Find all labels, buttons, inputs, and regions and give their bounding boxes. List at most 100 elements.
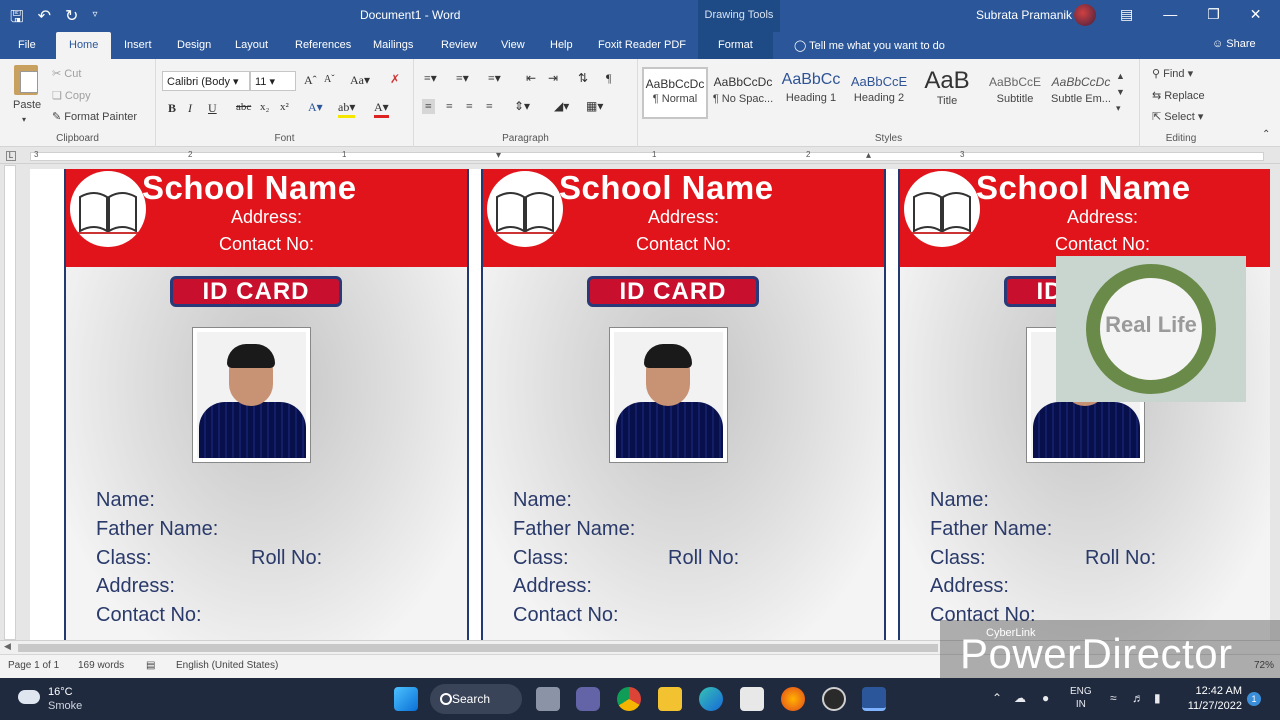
firefox-icon[interactable] xyxy=(781,687,805,711)
input-language[interactable]: ENG IN xyxy=(1070,685,1092,711)
save-icon[interactable]: 🖫 xyxy=(10,6,24,33)
onedrive-icon[interactable]: ☁ xyxy=(1014,691,1026,705)
obs-icon[interactable] xyxy=(822,687,846,711)
bold-icon[interactable]: B xyxy=(168,101,176,116)
maximize-icon[interactable]: ❐ xyxy=(1207,6,1220,23)
align-left-icon[interactable]: ≡ xyxy=(422,99,435,114)
paste-icon[interactable] xyxy=(14,65,38,95)
user-name[interactable]: Subrata Pramanik xyxy=(976,8,1072,22)
borders-icon[interactable]: ▦▾ xyxy=(586,99,603,114)
style-title[interactable]: AaB Title xyxy=(914,67,980,119)
text-effects-icon[interactable]: A▾ xyxy=(308,100,323,115)
tab-home[interactable]: Home xyxy=(56,32,112,59)
tab-help[interactable]: Help xyxy=(550,39,573,51)
style-subtle-emphasis[interactable]: AaBbCcDc Subtle Em... xyxy=(1048,67,1114,119)
id-card[interactable]: School Name Address: Contact No: ID CARD… xyxy=(898,169,1270,640)
teams-chat-icon[interactable] xyxy=(576,687,600,711)
right-indent-icon[interactable]: ▴ xyxy=(866,150,871,161)
replace-button[interactable]: ⇆ Replace xyxy=(1152,89,1205,102)
underline-icon[interactable]: U xyxy=(208,101,217,116)
scroll-left-icon[interactable]: ◀ xyxy=(4,641,11,652)
redo-icon[interactable]: ↻ xyxy=(65,6,78,33)
tab-view[interactable]: View xyxy=(501,39,525,51)
multilevel-list-icon[interactable]: ≡▾ xyxy=(488,71,501,86)
tell-me-search[interactable]: ◯ Tell me what you want to do xyxy=(794,39,945,52)
page-count[interactable]: Page 1 of 1 xyxy=(8,660,59,671)
tab-mailings[interactable]: Mailings xyxy=(373,39,413,51)
style-subtitle[interactable]: AaBbCcE Subtitle xyxy=(982,67,1048,119)
bullets-icon[interactable]: ≡▾ xyxy=(424,71,437,86)
tab-insert[interactable]: Insert xyxy=(124,39,152,51)
id-card[interactable]: School Name Address: Contact No: ID CARD… xyxy=(481,169,886,640)
photo[interactable] xyxy=(609,327,728,463)
scroll-thumb[interactable] xyxy=(18,644,938,652)
format-painter-button[interactable]: ✎ Format Painter xyxy=(52,110,137,123)
store-icon[interactable] xyxy=(740,687,764,711)
paste-dropdown-icon[interactable]: ▾ xyxy=(22,115,26,124)
superscript-icon[interactable]: x² xyxy=(280,101,289,113)
tab-format[interactable]: Format xyxy=(698,32,773,59)
line-spacing-icon[interactable]: ⇕▾ xyxy=(514,99,530,114)
justify-icon[interactable]: ≡ xyxy=(486,99,493,114)
word-count[interactable]: 169 words xyxy=(78,660,124,671)
align-center-icon[interactable]: ≡ xyxy=(446,99,453,114)
subscript-icon[interactable]: x₂ xyxy=(260,101,269,113)
ribbon-display-icon[interactable]: ▤ xyxy=(1120,6,1133,23)
sort-icon[interactable]: ⇅ xyxy=(578,71,588,86)
decrease-indent-icon[interactable]: ⇤ xyxy=(526,71,536,86)
task-view-icon[interactable] xyxy=(536,687,560,711)
chrome-icon[interactable] xyxy=(617,687,641,711)
shrink-font-icon[interactable]: Aˇ xyxy=(324,74,335,85)
photo[interactable] xyxy=(192,327,311,463)
copy-button[interactable]: ❏ Copy xyxy=(52,89,91,102)
wifi-icon[interactable]: ≈ xyxy=(1110,691,1117,705)
share-button[interactable]: ☺ Share xyxy=(1212,38,1256,50)
tab-selector[interactable]: L xyxy=(6,151,16,161)
edge-icon[interactable] xyxy=(699,687,723,711)
clock[interactable]: 12:42 AM 11/27/2022 xyxy=(1180,684,1242,714)
customize-qa-icon[interactable]: ▿ xyxy=(92,9,97,33)
taskbar-search[interactable]: Search xyxy=(430,684,522,714)
clear-formatting-icon[interactable]: ✗ xyxy=(390,72,400,87)
style-heading-2[interactable]: AaBbCcE Heading 2 xyxy=(846,67,912,119)
italic-icon[interactable]: I xyxy=(188,101,192,116)
font-name-select[interactable]: Calibri (Body ▾ xyxy=(162,71,250,91)
tab-design[interactable]: Design xyxy=(177,39,211,51)
avatar[interactable] xyxy=(1074,4,1096,26)
indent-marker-icon[interactable]: ▾ xyxy=(496,150,501,161)
cut-button[interactable]: ✂ Cut xyxy=(52,67,81,80)
styles-more-icon[interactable]: ▾ xyxy=(1116,103,1121,114)
minimize-icon[interactable]: — xyxy=(1163,6,1177,23)
battery-icon[interactable]: ▮ xyxy=(1154,691,1161,705)
change-case-icon[interactable]: Aa▾ xyxy=(350,73,370,88)
highlight-icon[interactable]: ab▾ xyxy=(338,100,356,118)
find-button[interactable]: ⚲ Find ▾ xyxy=(1152,67,1193,80)
document-page[interactable]: School Name Address: Contact No: ID CARD… xyxy=(30,169,1270,640)
undo-icon[interactable]: ↶ xyxy=(38,6,51,33)
select-button[interactable]: ⇱ Select ▾ xyxy=(1152,110,1203,123)
file-explorer-icon[interactable] xyxy=(658,687,682,711)
pilcrow-icon[interactable]: ¶ xyxy=(606,71,611,86)
font-color-icon[interactable]: A▾ xyxy=(374,100,389,118)
notification-badge[interactable]: 1 xyxy=(1247,692,1261,706)
increase-indent-icon[interactable]: ⇥ xyxy=(548,71,558,86)
shading-icon[interactable]: ◢▾ xyxy=(554,99,569,114)
language[interactable]: English (United States) xyxy=(176,660,278,671)
collapse-ribbon-icon[interactable]: ⌃ xyxy=(1262,129,1270,140)
align-right-icon[interactable]: ≡ xyxy=(466,99,473,114)
tab-layout[interactable]: Layout xyxy=(235,39,268,51)
tab-file[interactable]: File xyxy=(18,39,36,51)
grow-font-icon[interactable]: Aˆ xyxy=(304,73,317,88)
microphone-icon[interactable]: ● xyxy=(1042,691,1049,705)
tab-foxit[interactable]: Foxit Reader PDF xyxy=(598,39,686,51)
tab-references[interactable]: References xyxy=(295,39,351,51)
style-normal[interactable]: AaBbCcDc ¶ Normal xyxy=(642,67,708,119)
proofing-icon[interactable]: ▤ xyxy=(146,660,155,671)
id-card[interactable]: School Name Address: Contact No: ID CARD… xyxy=(64,169,469,640)
word-icon[interactable] xyxy=(862,687,886,711)
document-area[interactable]: School Name Address: Contact No: ID CARD… xyxy=(0,165,1280,640)
windows-start-icon[interactable] xyxy=(394,687,418,711)
tab-review[interactable]: Review xyxy=(441,39,477,51)
styles-scroll-up-icon[interactable]: ▲ xyxy=(1116,71,1125,81)
styles-scroll-down-icon[interactable]: ▼ xyxy=(1116,87,1125,97)
